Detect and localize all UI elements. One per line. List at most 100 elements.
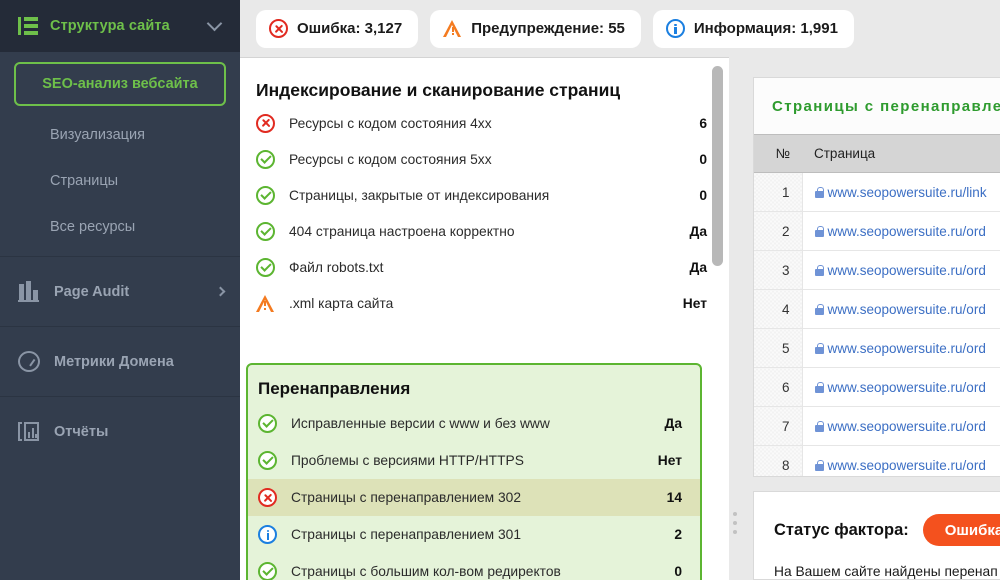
status-badge-info-label: Информация: 1,991 bbox=[693, 20, 838, 37]
page-url-link[interactable]: www.seopowersuite.ru/ord bbox=[828, 224, 986, 239]
table-row[interactable]: 3 www.seopowersuite.ru/ord bbox=[754, 250, 1000, 290]
factor-status-label: Статус фактора: bbox=[774, 520, 909, 539]
factor-value: 0 bbox=[674, 564, 682, 579]
factor-row[interactable]: Страницы с большим кол-вом редиректов 0 bbox=[248, 553, 700, 580]
sidebar-item-page-audit[interactable]: Page Audit bbox=[0, 256, 240, 326]
status-badge-info[interactable]: Информация: 1,991 bbox=[652, 9, 854, 48]
app-root: Структура сайта SEO-анализ вебсайта Визу… bbox=[0, 0, 1000, 580]
sidebar-item-pages[interactable]: Страницы bbox=[0, 158, 240, 204]
column-header-number[interactable]: № bbox=[754, 134, 802, 173]
redirect-pages-title: Страницы с перенаправле bbox=[754, 78, 1000, 134]
factor-row[interactable]: Ресурсы с кодом состояния 5xx 0 bbox=[240, 141, 729, 177]
structure-icon bbox=[18, 17, 38, 35]
status-badge-warnings-label: Предупреждение: 55 bbox=[471, 20, 625, 37]
page-url-link[interactable]: www.seopowersuite.ru/ord bbox=[828, 380, 986, 395]
factor-label: Страницы с перенаправлением 302 bbox=[291, 490, 522, 505]
page-url-link[interactable]: www.seopowersuite.ru/ord bbox=[828, 341, 986, 356]
pane-splitter[interactable] bbox=[729, 57, 741, 580]
sidebar-item-seo-audit-wrap: SEO-анализ вебсайта bbox=[0, 62, 240, 106]
indexing-section-title: Индексирование и сканирование страниц bbox=[256, 80, 621, 100]
factor-status-line: Статус фактора: Ошибка bbox=[774, 514, 1000, 546]
error-icon bbox=[256, 113, 275, 133]
factor-row[interactable]: 404 страница настроена корректно Да bbox=[240, 213, 729, 249]
factor-value: Да bbox=[689, 259, 707, 275]
table-row[interactable]: 1 www.seopowersuite.ru/link bbox=[754, 172, 1000, 212]
lock-icon bbox=[814, 459, 824, 471]
info-icon bbox=[665, 19, 685, 38]
page-url-link[interactable]: www.seopowersuite.ru/ord bbox=[828, 419, 986, 434]
table-row[interactable]: 4 www.seopowersuite.ru/ord bbox=[754, 289, 1000, 329]
page-url-link[interactable]: www.seopowersuite.ru/ord bbox=[828, 302, 986, 317]
sidebar-item-pages-label: Страницы bbox=[50, 173, 119, 189]
sidebar-item-visualization[interactable]: Визуализация bbox=[0, 112, 240, 158]
lock-icon bbox=[814, 303, 824, 315]
panes: Индексирование и сканирование страниц Ре… bbox=[240, 57, 1000, 580]
report-icon bbox=[18, 421, 40, 443]
row-number: 5 bbox=[754, 328, 803, 368]
sidebar-header-site-structure[interactable]: Структура сайта bbox=[0, 0, 240, 52]
factor-row[interactable]: Страницы с перенаправлением 301 2 bbox=[248, 516, 700, 553]
status-badge-errors[interactable]: Ошибка: 3,127 bbox=[256, 9, 419, 48]
lock-icon bbox=[814, 381, 824, 393]
bars-icon bbox=[18, 280, 40, 303]
row-number: 6 bbox=[754, 367, 803, 407]
factor-row[interactable]: Файл robots.txt Да bbox=[240, 249, 729, 285]
factor-row[interactable]: Страницы, закрытые от индексирования 0 bbox=[240, 177, 729, 213]
page-url-link[interactable]: www.seopowersuite.ru/ord bbox=[828, 263, 986, 278]
check-icon bbox=[256, 257, 275, 277]
row-number: 1 bbox=[754, 172, 803, 212]
redirect-pages-card: Страницы с перенаправле № Страница 1 www… bbox=[753, 77, 1000, 477]
status-summary-bar: Ошибка: 3,127 Предупреждение: 55 Информа… bbox=[240, 0, 1000, 57]
check-icon bbox=[258, 414, 277, 433]
factors-scrollbar-thumb[interactable] bbox=[712, 66, 723, 266]
sidebar-item-domain-metrics[interactable]: Метрики Домена bbox=[0, 326, 240, 396]
table-row[interactable]: 2 www.seopowersuite.ru/ord bbox=[754, 211, 1000, 251]
sidebar-item-all-resources[interactable]: Все ресурсы bbox=[0, 204, 240, 250]
row-page-cell: www.seopowersuite.ru/ord bbox=[802, 289, 1000, 329]
factor-row-selected[interactable]: Страницы с перенаправлением 302 14 bbox=[248, 479, 700, 516]
factor-label: Ресурсы с кодом состояния 4xx bbox=[289, 115, 492, 131]
factor-value: Да bbox=[689, 223, 707, 239]
factor-row[interactable]: Исправленные версии с www и без www Да bbox=[248, 405, 700, 442]
details-panel: Страницы с перенаправле № Страница 1 www… bbox=[741, 57, 1000, 580]
factor-label: Исправленные версии с www и без www bbox=[291, 416, 550, 431]
sidebar-item-reports[interactable]: Отчёты bbox=[0, 396, 240, 466]
factor-label: Файл robots.txt bbox=[289, 259, 384, 275]
check-icon bbox=[258, 451, 277, 470]
status-badge-warnings[interactable]: Предупреждение: 55 bbox=[430, 9, 641, 48]
warning-icon bbox=[256, 294, 275, 313]
page-url-link[interactable]: www.seopowersuite.ru/link bbox=[828, 185, 987, 200]
factor-row[interactable]: .xml карта сайта Нет bbox=[240, 285, 729, 321]
factor-row[interactable]: Проблемы с версиями HTTP/HTTPS Нет bbox=[248, 442, 700, 479]
sidebar: Структура сайта SEO-анализ вебсайта Визу… bbox=[0, 0, 240, 580]
table-row[interactable]: 7 www.seopowersuite.ru/ord bbox=[754, 406, 1000, 446]
table-row[interactable]: 8 www.seopowersuite.ru/ord bbox=[754, 445, 1000, 476]
lock-icon bbox=[814, 420, 824, 432]
sidebar-item-domain-metrics-label: Метрики Домена bbox=[54, 353, 174, 370]
table-row[interactable]: 6 www.seopowersuite.ru/ord bbox=[754, 367, 1000, 407]
chevron-down-icon[interactable] bbox=[206, 15, 223, 32]
table-row[interactable]: 5 www.seopowersuite.ru/ord bbox=[754, 328, 1000, 368]
factor-label: Страницы с большим кол-вом редиректов bbox=[291, 564, 561, 579]
sidebar-item-visualization-label: Визуализация bbox=[50, 127, 145, 143]
chevron-right-icon bbox=[215, 286, 226, 297]
factor-status-badge: Ошибка bbox=[922, 514, 1000, 546]
page-url-link[interactable]: www.seopowersuite.ru/ord bbox=[828, 458, 986, 473]
sidebar-item-page-audit-label: Page Audit bbox=[54, 283, 130, 300]
row-number: 4 bbox=[754, 289, 803, 329]
error-icon bbox=[269, 19, 288, 38]
row-page-cell: www.seopowersuite.ru/ord bbox=[802, 328, 1000, 368]
factor-status-card: Статус фактора: Ошибка На Вашем сайте на… bbox=[753, 491, 1000, 580]
check-icon bbox=[258, 562, 277, 580]
row-number: 3 bbox=[754, 250, 803, 290]
factor-row[interactable]: Ресурсы с кодом состояния 4xx 6 bbox=[240, 105, 729, 141]
sidebar-item-seo-audit[interactable]: SEO-анализ вебсайта bbox=[14, 62, 226, 106]
lock-icon bbox=[814, 186, 824, 198]
factor-value: Нет bbox=[657, 453, 682, 468]
row-page-cell: www.seopowersuite.ru/ord bbox=[802, 367, 1000, 407]
sidebar-subnav: SEO-анализ вебсайта Визуализация Страниц… bbox=[0, 52, 240, 256]
factor-label: Страницы с перенаправлением 301 bbox=[291, 527, 522, 542]
column-header-page[interactable]: Страница bbox=[802, 134, 1000, 173]
factor-label: Ресурсы с кодом состояния 5xx bbox=[289, 151, 492, 167]
row-number: 2 bbox=[754, 211, 803, 251]
